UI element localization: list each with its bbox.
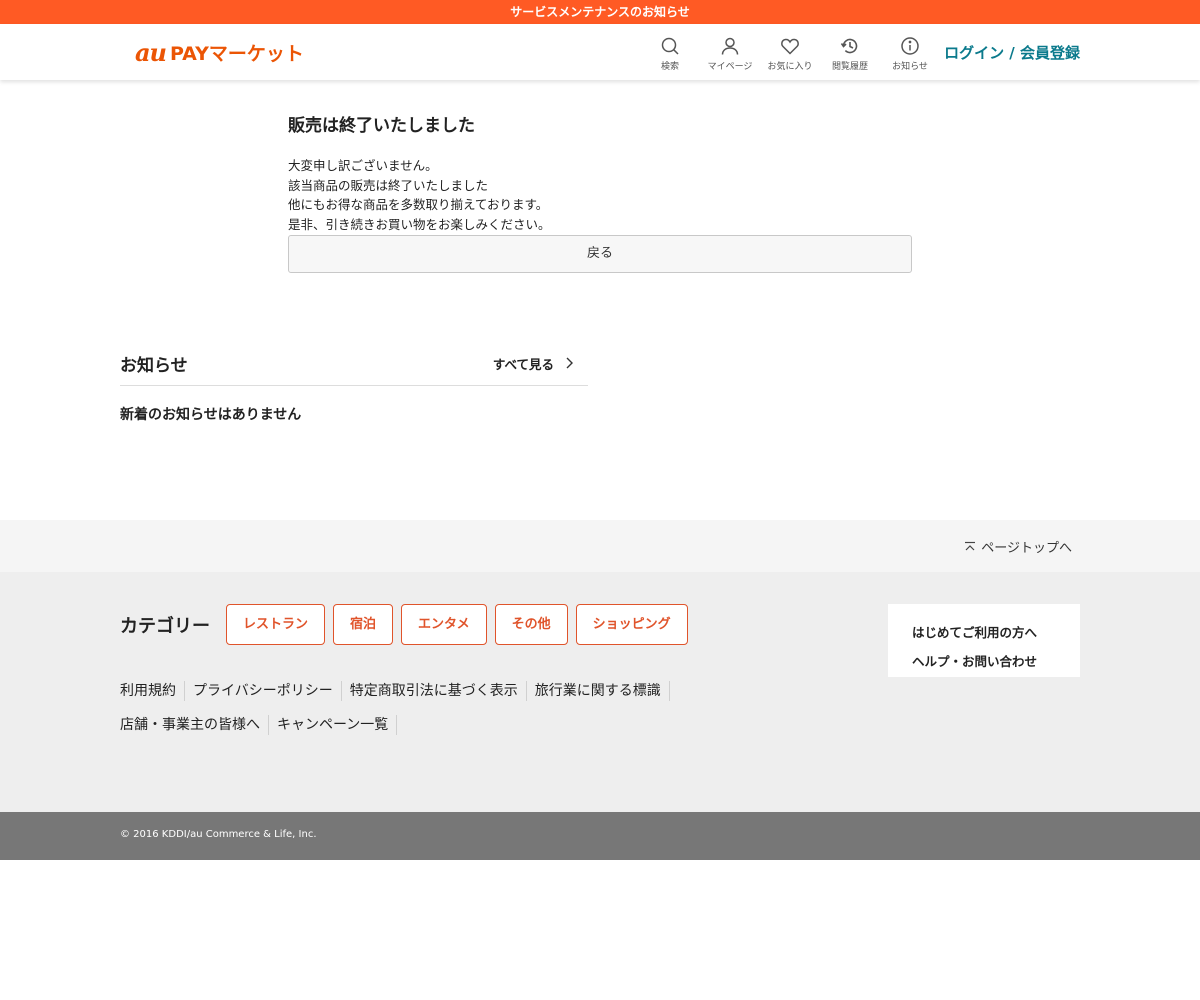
news-section: お知らせ すべて見る 新着のお知らせはありません (120, 349, 588, 424)
search-icon (661, 37, 679, 55)
news-empty-text: 新着のお知らせはありません (120, 407, 302, 423)
site-footer: カテゴリー レストラン 宿泊 エンタメ その他 ショッピング 利用規約 プライバ… (0, 572, 1200, 812)
copyright-text: © 2016 KDDI/au Commerce & Life, Inc. (120, 829, 317, 840)
nav-mypage[interactable]: マイページ (700, 36, 760, 72)
sale-ended-message: 販売は終了いたしました 大変申し訳ございません。 該当商品の販売は終了いたしまし… (288, 111, 912, 273)
message-line: 該当商品の販売は終了いたしました (288, 177, 489, 193)
merchants-link[interactable]: 店舗・事業主の皆様へ (120, 715, 269, 735)
nav-search-label: 検索 (660, 62, 679, 72)
nav-notices-label: お知らせ (892, 62, 928, 72)
nav-mypage-label: マイページ (707, 62, 753, 72)
category-shopping-button[interactable]: ショッピング (575, 604, 688, 645)
back-button[interactable]: 戻る (288, 234, 912, 273)
campaigns-link[interactable]: キャンペーン一覧 (269, 715, 398, 735)
login-register-link[interactable]: ログイン / 会員登録 (944, 42, 1080, 63)
nav-search[interactable]: 検索 (640, 36, 700, 72)
category-row: カテゴリー レストラン 宿泊 エンタメ その他 ショッピング (120, 604, 696, 645)
nav-favorites[interactable]: お気に入り (760, 36, 820, 72)
logo-au-text: au (135, 37, 167, 67)
travel-business-link[interactable]: 旅行業に関する標識 (527, 681, 670, 701)
message-line: 他にもお得な商品を多数取り揃えております。 (288, 197, 549, 213)
heart-icon (781, 38, 799, 55)
nav-history-label: 閲覧履歴 (831, 62, 868, 72)
site-header: au PAYマーケット 検索 マイページ お気に入り 閲覧履歴 お知らせ ログイ… (0, 24, 1200, 80)
au-pay-market-logo[interactable]: au PAYマーケット (135, 35, 304, 69)
help-contact-link[interactable]: ヘルプ・お問い合わせ (912, 647, 1056, 676)
page-top-band: ページトップへ (0, 520, 1200, 572)
category-entertainment-button[interactable]: エンタメ (401, 604, 487, 645)
help-box: はじめてご利用の方へ ヘルプ・お問い合わせ (888, 604, 1080, 677)
footer-links-row: 店舗・事業主の皆様へ キャンペーン一覧 (120, 708, 760, 742)
info-icon (901, 37, 919, 55)
nav-notices[interactable]: お知らせ (880, 36, 940, 72)
page-top-label: ページトップへ (981, 541, 1072, 556)
chevron-up-icon (965, 541, 976, 550)
nav-favorites-label: お気に入り (767, 62, 813, 72)
news-header: お知らせ すべて見る (120, 349, 588, 386)
category-restaurant-button[interactable]: レストラン (226, 604, 326, 645)
header-nav: 検索 マイページ お気に入り 閲覧履歴 お知らせ (640, 36, 940, 72)
logo-brand-text: PAYマーケット (170, 42, 304, 65)
message-line: 是非、引き続きお買い物をお楽しみください。 (288, 217, 551, 233)
nav-history[interactable]: 閲覧履歴 (820, 36, 880, 72)
privacy-policy-link[interactable]: プライバシーポリシー (185, 681, 342, 701)
footer-links: 利用規約 プライバシーポリシー 特定商取引法に基づく表示 旅行業に関する標識 店… (120, 674, 760, 742)
message-body: 大変申し訳ございません。 該当商品の販売は終了いたしました 他にもお得な商品を多… (288, 156, 912, 235)
page-title: 販売は終了いたしました (288, 116, 475, 136)
user-icon (721, 37, 739, 55)
see-all-link[interactable]: すべて見る (493, 354, 574, 373)
first-time-user-link[interactable]: はじめてご利用の方へ (912, 618, 1056, 647)
category-label: カテゴリー (120, 615, 210, 637)
footer-links-row: 利用規約 プライバシーポリシー 特定商取引法に基づく表示 旅行業に関する標識 (120, 674, 760, 708)
commercial-law-link[interactable]: 特定商取引法に基づく表示 (342, 681, 527, 701)
page-top-link[interactable]: ページトップへ (964, 537, 1072, 556)
category-other-button[interactable]: その他 (494, 604, 568, 645)
news-title: お知らせ (120, 355, 188, 376)
see-all-label: すべて見る (492, 356, 554, 372)
message-line: 大変申し訳ございません。 (288, 158, 438, 173)
maintenance-banner[interactable]: サービスメンテナンスのお知らせ (0, 0, 1200, 24)
terms-link[interactable]: 利用規約 (120, 681, 185, 701)
history-icon (840, 38, 858, 54)
chevron-right-icon (566, 357, 573, 369)
copyright-bar: © 2016 KDDI/au Commerce & Life, Inc. (0, 812, 1200, 860)
category-lodging-button[interactable]: 宿泊 (333, 604, 394, 645)
